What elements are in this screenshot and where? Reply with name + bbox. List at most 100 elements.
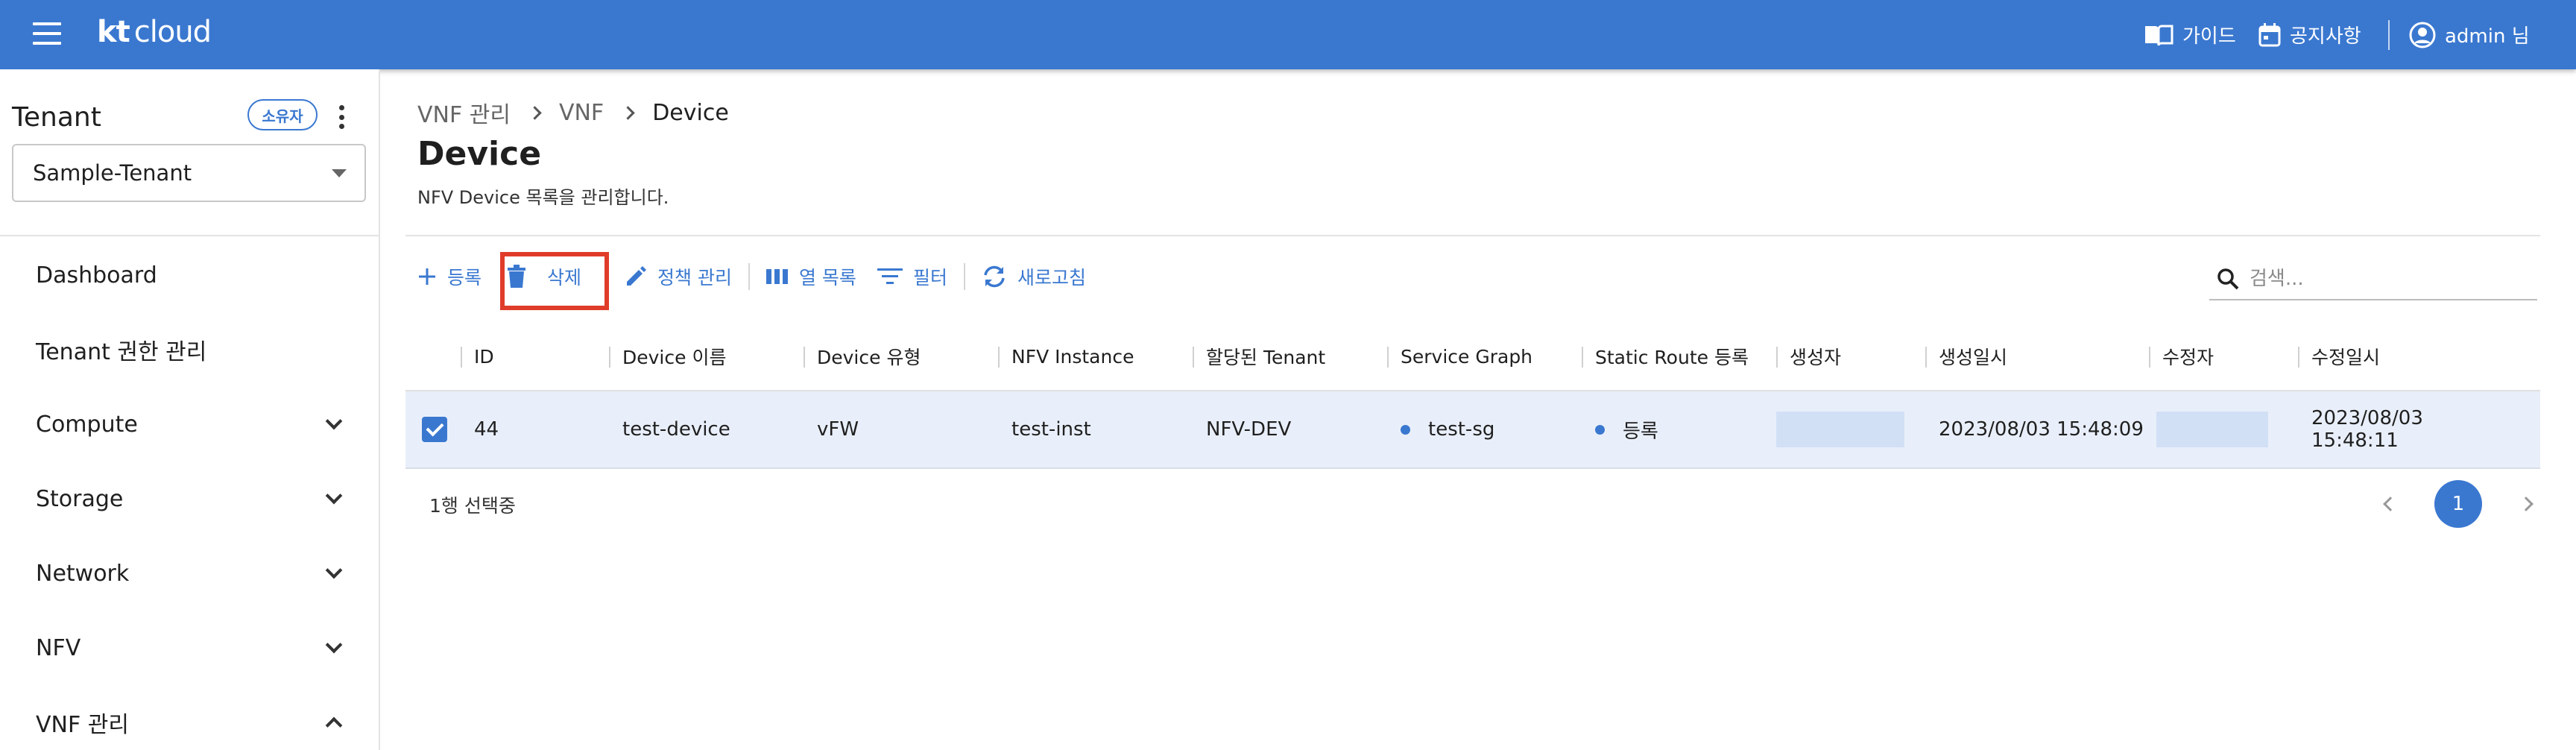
cell-static-route: 등록	[1582, 391, 1776, 467]
refresh-button[interactable]: 새로고침	[982, 254, 1086, 299]
sidebar-item-storage[interactable]: Storage	[36, 476, 349, 521]
column-header-label: NFV Instance	[1011, 345, 1134, 368]
owner-badge: 소유자	[247, 99, 318, 130]
columns-label: 열 목록	[798, 267, 856, 289]
column-header-label: 수정자	[2162, 347, 2214, 368]
cell-creator	[1776, 391, 1925, 467]
chevron-right-icon	[621, 105, 635, 120]
register-button[interactable]: 등록	[417, 254, 482, 299]
main-content: VNF 관리 VNF Device Device NFV Device 목록을 …	[382, 69, 2576, 750]
top-divider	[2388, 0, 2390, 69]
dropdown-arrow-icon	[332, 169, 347, 177]
notice-label: 공지사항	[2290, 25, 2361, 48]
chevron-right-icon[interactable]	[2519, 497, 2534, 511]
more-vert-icon[interactable]	[334, 102, 349, 132]
sidebar-item-label: Dashboard	[36, 262, 157, 289]
tenant-select[interactable]: Sample-Tenant	[12, 144, 366, 202]
add-icon	[419, 268, 435, 285]
refresh-icon	[984, 265, 1005, 288]
edit-pencil-icon	[627, 266, 647, 286]
column-header-creator[interactable]: 생성자	[1776, 323, 1925, 390]
table-row[interactable]: 44 test-device vFW test-inst NFV-DEV tes…	[405, 391, 2540, 469]
breadcrumb-item[interactable]: VNF 관리	[417, 96, 511, 129]
chevron-down-icon	[325, 487, 343, 505]
page-description: NFV Device 목록을 관리합니다.	[417, 187, 669, 208]
sidebar-item-network[interactable]: Network	[36, 551, 349, 596]
redacted-value	[2156, 412, 2268, 447]
cell-created-at: 2023/08/03 15:48:09	[1925, 391, 2149, 467]
column-header-label: Device 이름	[622, 347, 727, 368]
calendar-icon	[2258, 22, 2281, 46]
filter-button[interactable]: 필터	[877, 254, 947, 299]
column-header-device-name[interactable]: Device 이름	[609, 323, 804, 390]
page-number-button[interactable]: 1	[2434, 480, 2482, 528]
user-menu[interactable]: admin 님	[2409, 0, 2530, 69]
sidebar: Tenant 소유자 Sample-Tenant Dashboard Tenan…	[0, 69, 380, 750]
tenant-title: Tenant	[12, 102, 101, 133]
sidebar-item-label: VNF 관리	[36, 712, 129, 738]
column-header-created-at[interactable]: 생성일시	[1925, 323, 2149, 390]
filter-label: 필터	[912, 267, 947, 289]
column-header-service-graph[interactable]: Service Graph	[1387, 323, 1582, 390]
sidebar-item-compute[interactable]: Compute	[36, 402, 349, 447]
content-divider	[405, 235, 2540, 236]
kt-cloud-logo[interactable]: kt cloud	[97, 15, 212, 49]
toolbar-separator	[963, 263, 965, 290]
column-header-label: Static Route 등록	[1595, 347, 1749, 368]
sidebar-item-label: Tenant 권한 관리	[36, 339, 207, 365]
register-label: 등록	[447, 267, 482, 289]
search-input[interactable]	[2250, 268, 2533, 290]
chevron-up-icon	[325, 716, 343, 734]
chevron-left-icon[interactable]	[2383, 497, 2398, 511]
column-header-device-type[interactable]: Device 유형	[804, 323, 998, 390]
cell-text: 2023/08/03 15:48:09	[1939, 418, 2144, 441]
sidebar-item-dashboard[interactable]: Dashboard	[36, 253, 349, 297]
book-icon	[2145, 25, 2174, 45]
sidebar-item-nfv[interactable]: NFV	[36, 625, 349, 670]
search-box[interactable]	[2209, 259, 2537, 300]
sidebar-divider	[0, 235, 379, 236]
sidebar-item-vnf-management[interactable]: VNF 관리	[36, 700, 349, 745]
column-header-modifier[interactable]: 수정자	[2149, 323, 2298, 390]
user-label: admin 님	[2445, 25, 2530, 48]
account-circle-icon	[2409, 22, 2436, 48]
page-title: Device	[417, 135, 542, 173]
breadcrumb-current: Device	[652, 99, 729, 126]
sidebar-item-tenant-permission[interactable]: Tenant 권한 관리	[36, 327, 349, 372]
chevron-down-icon	[325, 412, 343, 430]
chevron-right-icon	[528, 105, 542, 120]
cell-text: vFW	[817, 418, 859, 441]
chevron-down-icon	[325, 561, 343, 579]
column-header-id[interactable]: ID	[461, 323, 609, 390]
sidebar-item-label: Storage	[36, 485, 124, 512]
row-checkbox[interactable]	[422, 417, 447, 442]
guide-link[interactable]: 가이드	[2144, 0, 2236, 69]
cell-text: test-inst	[1011, 418, 1091, 441]
column-header-tenant[interactable]: 할당된 Tenant	[1193, 323, 1387, 390]
breadcrumb-item[interactable]: VNF	[559, 100, 604, 126]
top-app-bar: kt cloud 가이드 공지사항 admin 님	[0, 0, 2576, 69]
toolbar-separator	[748, 263, 750, 290]
policy-management-button[interactable]: 정책 관리	[625, 254, 732, 299]
policy-label: 정책 관리	[657, 267, 732, 289]
column-header-nfv-instance[interactable]: NFV Instance	[998, 323, 1193, 390]
column-header-label: 생성자	[1790, 347, 1842, 368]
cell-text: NFV-DEV	[1206, 418, 1292, 441]
pagination: 1	[2383, 480, 2534, 528]
column-header-static-route[interactable]: Static Route 등록	[1582, 323, 1776, 390]
cell-text: test-sg	[1428, 418, 1495, 441]
notice-link[interactable]: 공지사항	[2258, 0, 2361, 69]
table-header: ID Device 이름 Device 유형 NFV Instance 할당된 …	[405, 323, 2540, 391]
cell-id: 44	[461, 391, 609, 467]
columns-button[interactable]: 열 목록	[765, 254, 856, 299]
column-header-label: Device 유형	[817, 347, 921, 368]
sidebar-item-label: NFV	[36, 634, 81, 661]
cell-text: 2023/08/03 15:48:11	[2311, 407, 2423, 452]
cell-text: test-device	[622, 418, 730, 441]
column-header-modified-at[interactable]: 수정일시	[2298, 323, 2510, 390]
column-header-label: 수정일시	[2311, 347, 2381, 368]
delete-button-highlight	[500, 252, 609, 310]
selection-count: 1행 선택중	[429, 495, 516, 517]
cell-device-name: test-device	[609, 391, 804, 467]
menu-icon[interactable]	[33, 22, 61, 46]
